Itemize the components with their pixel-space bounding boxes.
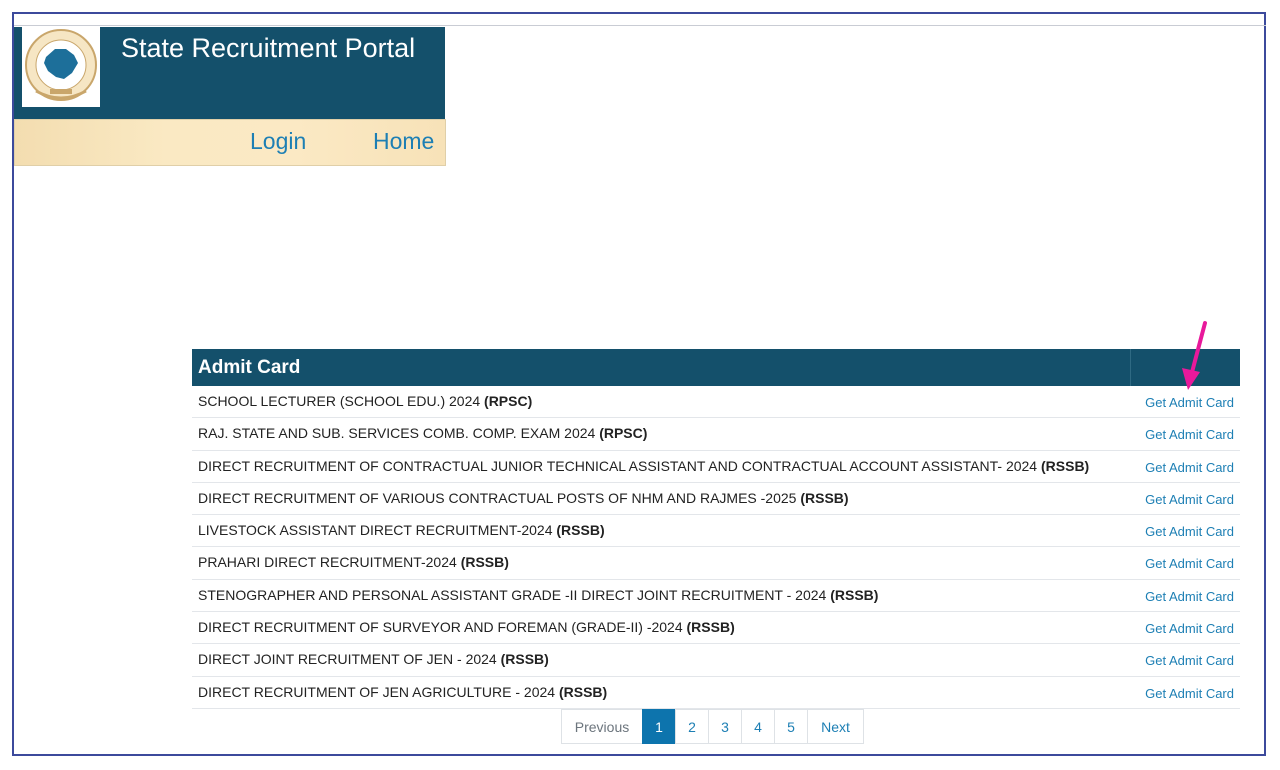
exam-agency: (RSSB)	[460, 554, 509, 571]
get-admit-card-link[interactable]: Get Admit Card	[1145, 556, 1234, 571]
get-admit-card-link[interactable]: Get Admit Card	[1145, 492, 1234, 507]
admit-card-heading: Admit Card	[198, 357, 301, 378]
exam-title: DIRECT RECRUITMENT OF VARIOUS CONTRACTUA…	[198, 490, 849, 506]
page-button-1[interactable]: 1	[642, 709, 676, 744]
page-button-5[interactable]: 5	[774, 709, 808, 744]
exam-name: DIRECT RECRUITMENT OF SURVEYOR AND FOREM…	[198, 619, 687, 636]
exam-title: DIRECT JOINT RECRUITMENT OF JEN - 2024 (…	[198, 651, 549, 667]
admit-card-header: Admit Card	[192, 349, 1240, 386]
exam-title: SCHOOL LECTURER (SCHOOL EDU.) 2024 (RPSC…	[198, 393, 532, 409]
exam-agency: (RSSB)	[1041, 457, 1090, 474]
table-row: DIRECT RECRUITMENT OF VARIOUS CONTRACTUA…	[192, 483, 1240, 516]
portal-title: State Recruitment Portal	[121, 33, 416, 63]
previous-page-button[interactable]: Previous	[561, 709, 643, 744]
table-row: STENOGRAPHER AND PERSONAL ASSISTANT GRAD…	[192, 580, 1240, 613]
header-column-divider	[1130, 349, 1131, 386]
exam-name: DIRECT RECRUITMENT OF CONTRACTUAL JUNIOR…	[198, 457, 1041, 474]
exam-agency: (RSSB)	[500, 651, 549, 668]
table-row: DIRECT JOINT RECRUITMENT OF JEN - 2024 (…	[192, 644, 1240, 677]
get-admit-card-link[interactable]: Get Admit Card	[1145, 686, 1234, 701]
exam-name: SCHOOL LECTURER (SCHOOL EDU.) 2024	[198, 393, 485, 409]
logo-emblem-icon	[22, 27, 100, 107]
exam-agency: (RSSB)	[800, 489, 849, 506]
table-row: DIRECT RECRUITMENT OF JEN AGRICULTURE - …	[192, 677, 1240, 709]
annotation-arrow-icon	[1182, 321, 1207, 390]
table-row: LIVESTOCK ASSISTANT DIRECT RECRUITMENT-2…	[192, 515, 1240, 548]
exam-title: PRAHARI DIRECT RECRUITMENT-2024 (RSSB)	[198, 554, 509, 570]
exam-agency: (RSSB)	[558, 683, 608, 700]
exam-agency: (RPSC)	[484, 393, 533, 409]
header-nav: Login Home	[14, 119, 446, 166]
get-admit-card-link[interactable]: Get Admit Card	[1145, 653, 1234, 668]
exam-title: LIVESTOCK ASSISTANT DIRECT RECRUITMENT-2…	[198, 522, 605, 538]
get-admit-card-link[interactable]: Get Admit Card	[1145, 427, 1234, 442]
site-header: State Recruitment Portal Login Home	[14, 27, 446, 166]
exam-agency: (RPSC)	[599, 425, 648, 442]
page-button-4[interactable]: 4	[741, 709, 775, 744]
top-divider	[14, 25, 1266, 26]
page-button-3[interactable]: 3	[708, 709, 742, 744]
exam-name: RAJ. STATE AND SUB. SERVICES COMB. COMP.…	[198, 425, 600, 442]
exam-agency: (RSSB)	[556, 522, 605, 539]
exam-name: LIVESTOCK ASSISTANT DIRECT RECRUITMENT-2…	[198, 522, 557, 539]
table-row: PRAHARI DIRECT RECRUITMENT-2024 (RSSB) Ge…	[192, 547, 1240, 580]
table-row: DIRECT RECRUITMENT OF CONTRACTUAL JUNIOR…	[192, 451, 1240, 483]
get-admit-card-link[interactable]: Get Admit Card	[1145, 395, 1234, 410]
exam-name: STENOGRAPHER AND PERSONAL ASSISTANT GRAD…	[198, 586, 831, 603]
exam-name: DIRECT JOINT RECRUITMENT OF JEN - 2024	[198, 651, 501, 668]
header-banner: State Recruitment Portal	[14, 27, 445, 119]
exam-name: DIRECT RECRUITMENT OF JEN AGRICULTURE - …	[198, 683, 559, 700]
exam-name: PRAHARI DIRECT RECRUITMENT-2024	[198, 554, 461, 571]
exam-title: DIRECT RECRUITMENT OF SURVEYOR AND FOREM…	[198, 619, 735, 635]
next-page-button[interactable]: Next	[807, 709, 864, 744]
pagination: Previous 1 2 3 4 5 Next	[561, 709, 864, 744]
get-admit-card-link[interactable]: Get Admit Card	[1145, 589, 1234, 604]
exam-agency: (RSSB)	[830, 586, 879, 603]
exam-title: DIRECT RECRUITMENT OF JEN AGRICULTURE - …	[198, 684, 607, 700]
exam-agency: (RSSB)	[686, 619, 735, 636]
table-row: DIRECT RECRUITMENT OF SURVEYOR AND FOREM…	[192, 612, 1240, 645]
table-row: RAJ. STATE AND SUB. SERVICES COMB. COMP.…	[192, 418, 1240, 451]
login-link[interactable]: Login	[250, 128, 306, 155]
table-row: SCHOOL LECTURER (SCHOOL EDU.) 2024 (RPSC…	[192, 386, 1240, 419]
page-button-2[interactable]: 2	[675, 709, 709, 744]
get-admit-card-link[interactable]: Get Admit Card	[1145, 621, 1234, 636]
exam-title: DIRECT RECRUITMENT OF CONTRACTUAL JUNIOR…	[198, 458, 1089, 474]
admit-card-table: Admit Card SCHOOL LECTURER (SCHOOL EDU.)…	[192, 349, 1240, 709]
exam-title: STENOGRAPHER AND PERSONAL ASSISTANT GRAD…	[198, 587, 878, 603]
exam-name: DIRECT RECRUITMENT OF VARIOUS CONTRACTUA…	[198, 489, 801, 506]
get-admit-card-link[interactable]: Get Admit Card	[1145, 524, 1234, 539]
exam-title: RAJ. STATE AND SUB. SERVICES COMB. COMP.…	[198, 425, 647, 441]
home-link[interactable]: Home	[373, 128, 434, 155]
get-admit-card-link[interactable]: Get Admit Card	[1145, 460, 1234, 475]
